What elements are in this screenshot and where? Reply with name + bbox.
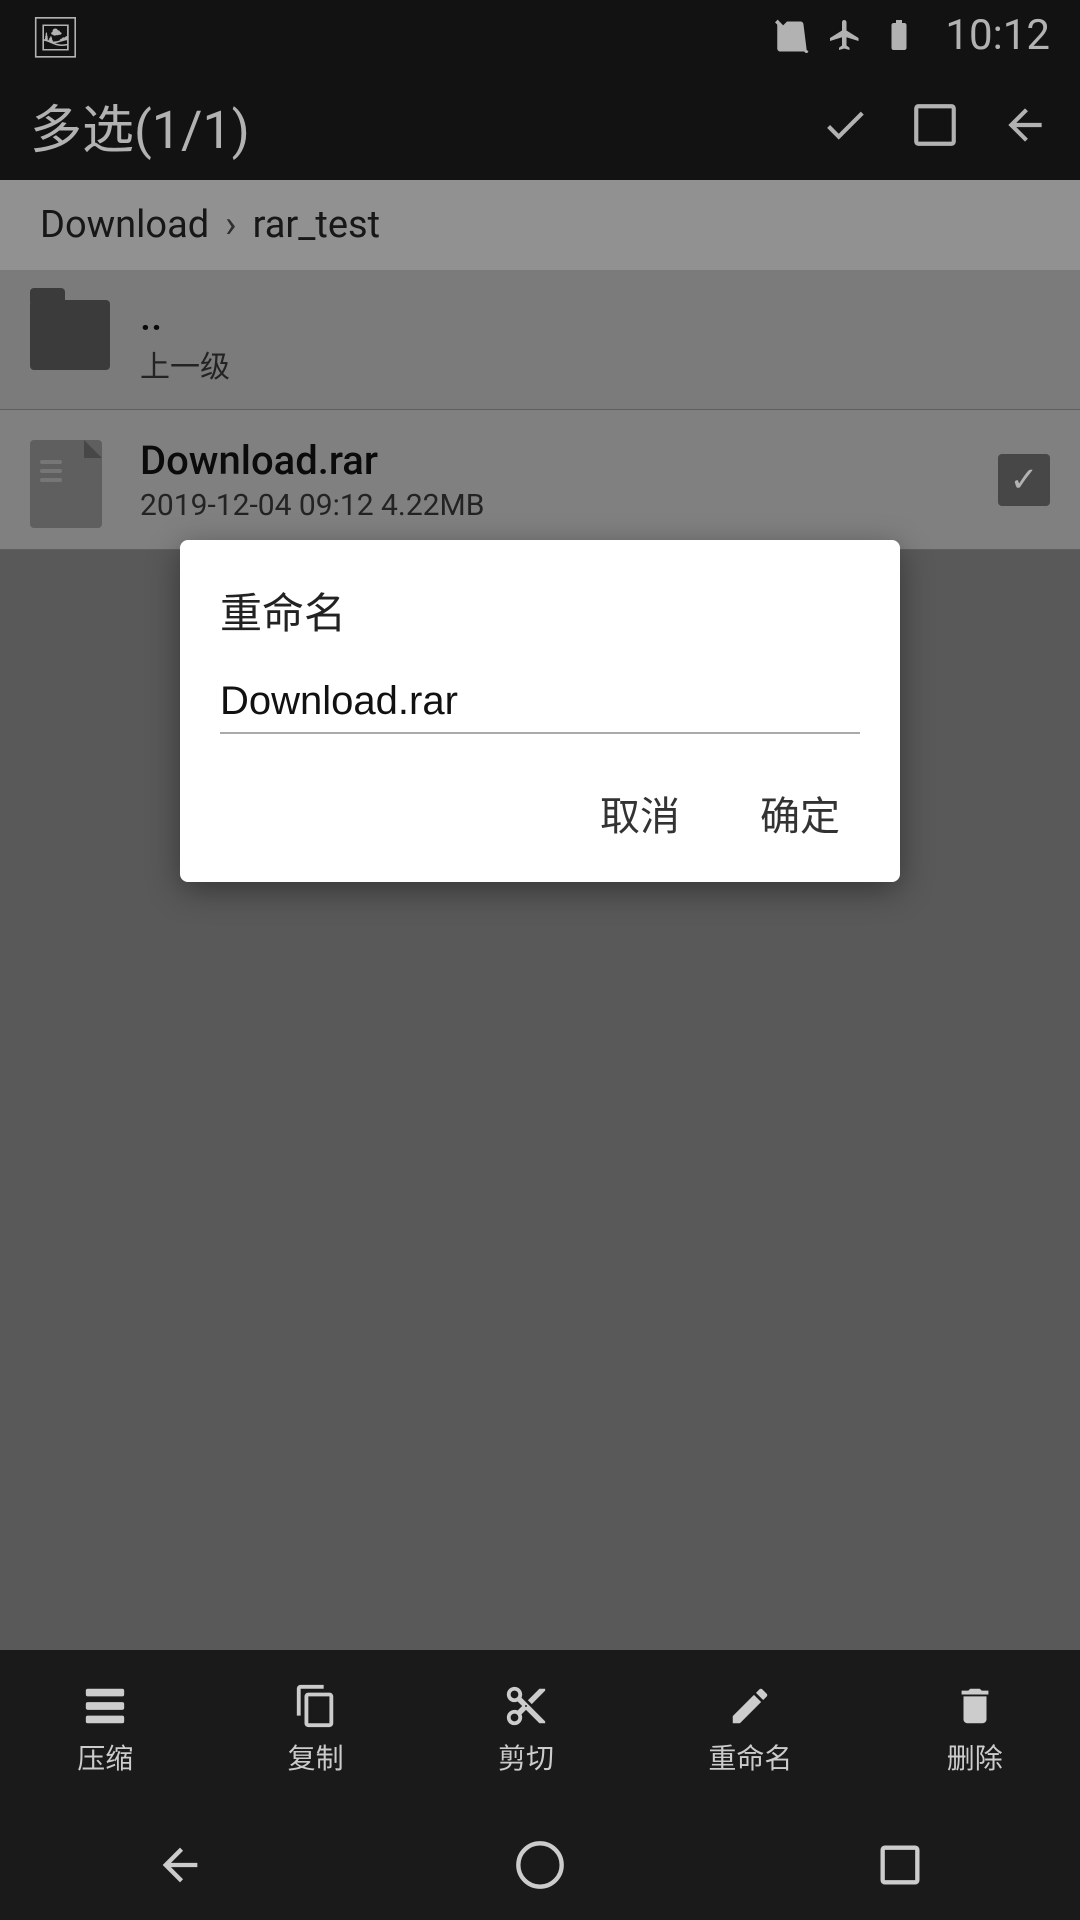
toolbar-label-copy: 复制	[288, 1737, 344, 1777]
rename-icon	[724, 1683, 776, 1729]
cancel-button[interactable]: 取消	[580, 774, 700, 852]
toolbar-item-compress[interactable]: 压缩	[77, 1683, 133, 1777]
nav-home-icon[interactable]	[514, 1839, 566, 1891]
nav-recent-icon[interactable]	[874, 1839, 926, 1891]
rename-input[interactable]	[220, 671, 860, 734]
delete-icon	[949, 1683, 1001, 1729]
nav-bar	[0, 1810, 1080, 1920]
toolbar-item-copy[interactable]: 复制	[288, 1683, 344, 1777]
copy-icon	[290, 1683, 342, 1729]
bottom-toolbar: 压缩 复制 剪切 重命名 删除	[0, 1650, 1080, 1810]
dialog-title: 重命名	[220, 580, 860, 641]
nav-back-icon[interactable]	[154, 1839, 206, 1891]
toolbar-item-cut[interactable]: 剪切	[498, 1683, 554, 1777]
compress-icon	[79, 1683, 131, 1729]
dialog-overlay: 重命名 取消 确定	[0, 0, 1080, 1920]
toolbar-item-rename[interactable]: 重命名	[708, 1683, 792, 1777]
rename-dialog: 重命名 取消 确定	[180, 540, 900, 882]
toolbar-label-rename: 重命名	[708, 1737, 792, 1777]
cut-icon	[500, 1683, 552, 1729]
confirm-button[interactable]: 确定	[740, 774, 860, 852]
toolbar-label-cut: 剪切	[498, 1737, 554, 1777]
toolbar-item-delete[interactable]: 删除	[947, 1683, 1003, 1777]
dialog-buttons: 取消 确定	[220, 774, 860, 852]
toolbar-label-delete: 删除	[947, 1737, 1003, 1777]
toolbar-label-compress: 压缩	[77, 1737, 133, 1777]
